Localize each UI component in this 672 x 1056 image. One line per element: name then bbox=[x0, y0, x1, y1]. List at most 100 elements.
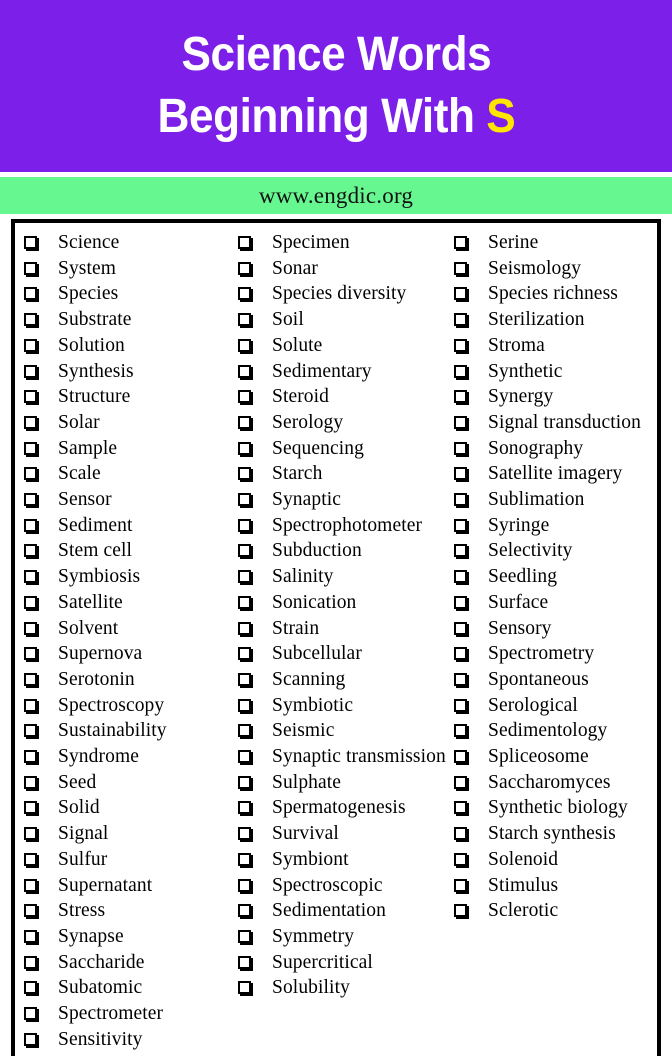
checkbox-icon[interactable] bbox=[24, 1032, 37, 1046]
checkbox-icon[interactable] bbox=[454, 775, 467, 789]
checkbox-icon[interactable] bbox=[454, 544, 467, 558]
checkbox-icon[interactable] bbox=[24, 544, 37, 558]
checkbox-icon[interactable] bbox=[238, 338, 251, 352]
checkbox-icon[interactable] bbox=[24, 929, 37, 943]
word-list-item[interactable]: Solubility bbox=[238, 975, 447, 1001]
checkbox-icon[interactable] bbox=[454, 261, 467, 275]
word-list-item[interactable]: Signal transduction bbox=[454, 410, 657, 436]
checkbox-icon[interactable] bbox=[24, 724, 37, 738]
word-list-item[interactable]: Symbiotic bbox=[238, 693, 447, 719]
word-list-item[interactable]: Specimen bbox=[238, 230, 447, 256]
word-list-item[interactable]: Spermatogenesis bbox=[238, 795, 447, 821]
checkbox-icon[interactable] bbox=[454, 647, 467, 661]
checkbox-icon[interactable] bbox=[238, 775, 251, 789]
checkbox-icon[interactable] bbox=[238, 750, 251, 764]
word-list-item[interactable]: Symbiosis bbox=[24, 564, 231, 590]
word-list-item[interactable]: Sample bbox=[24, 436, 231, 462]
word-list-item[interactable]: Species richness bbox=[454, 281, 657, 307]
checkbox-icon[interactable] bbox=[454, 878, 467, 892]
checkbox-icon[interactable] bbox=[454, 904, 467, 918]
checkbox-icon[interactable] bbox=[454, 467, 467, 481]
checkbox-icon[interactable] bbox=[24, 621, 37, 635]
word-list-item[interactable]: Supernatant bbox=[24, 873, 231, 899]
checkbox-icon[interactable] bbox=[24, 493, 37, 507]
checkbox-icon[interactable] bbox=[454, 493, 467, 507]
checkbox-icon[interactable] bbox=[24, 647, 37, 661]
checkbox-icon[interactable] bbox=[238, 313, 251, 327]
word-list-item[interactable]: Spectroscopy bbox=[24, 693, 231, 719]
checkbox-icon[interactable] bbox=[238, 672, 251, 686]
word-list-item[interactable]: Synapse bbox=[24, 924, 231, 950]
checkbox-icon[interactable] bbox=[24, 570, 37, 584]
word-list-item[interactable]: Sedimentation bbox=[238, 898, 447, 924]
checkbox-icon[interactable] bbox=[24, 441, 37, 455]
checkbox-icon[interactable] bbox=[238, 261, 251, 275]
word-list-item[interactable]: Sonar bbox=[238, 256, 447, 282]
checkbox-icon[interactable] bbox=[454, 390, 467, 404]
word-list-item[interactable]: Stem cell bbox=[24, 538, 231, 564]
word-list-item[interactable]: Starch synthesis bbox=[454, 821, 657, 847]
word-list-item[interactable]: Sensor bbox=[24, 487, 231, 513]
checkbox-icon[interactable] bbox=[238, 724, 251, 738]
checkbox-icon[interactable] bbox=[238, 467, 251, 481]
checkbox-icon[interactable] bbox=[24, 261, 37, 275]
word-list-item[interactable]: Science bbox=[24, 230, 231, 256]
checkbox-icon[interactable] bbox=[454, 364, 467, 378]
word-list-item[interactable]: Sensitivity bbox=[24, 1027, 231, 1053]
checkbox-icon[interactable] bbox=[24, 313, 37, 327]
word-list-item[interactable]: Salinity bbox=[238, 564, 447, 590]
checkbox-icon[interactable] bbox=[454, 236, 467, 249]
checkbox-icon[interactable] bbox=[454, 724, 467, 738]
word-list-item[interactable]: Subatomic bbox=[24, 975, 231, 1001]
word-list-item[interactable]: Stimulus bbox=[454, 873, 657, 899]
checkbox-icon[interactable] bbox=[24, 338, 37, 352]
checkbox-icon[interactable] bbox=[454, 287, 467, 301]
checkbox-icon[interactable] bbox=[454, 570, 467, 584]
checkbox-icon[interactable] bbox=[454, 313, 467, 327]
checkbox-icon[interactable] bbox=[454, 518, 467, 532]
word-list-item[interactable]: Species bbox=[24, 281, 231, 307]
checkbox-icon[interactable] bbox=[24, 415, 37, 429]
checkbox-icon[interactable] bbox=[238, 518, 251, 532]
checkbox-icon[interactable] bbox=[454, 801, 467, 815]
checkbox-icon[interactable] bbox=[24, 236, 37, 249]
word-list-item[interactable]: Soil bbox=[238, 307, 447, 333]
word-list-item[interactable]: System bbox=[24, 256, 231, 282]
word-list-item[interactable]: Synaptic bbox=[238, 487, 447, 513]
checkbox-icon[interactable] bbox=[238, 827, 251, 841]
word-list-item[interactable]: Supernova bbox=[24, 641, 231, 667]
word-list-item[interactable]: Solvent bbox=[24, 616, 231, 642]
checkbox-icon[interactable] bbox=[454, 827, 467, 841]
word-list-item[interactable]: Sublimation bbox=[454, 487, 657, 513]
checkbox-icon[interactable] bbox=[24, 672, 37, 686]
word-list-item[interactable]: Selectivity bbox=[454, 538, 657, 564]
checkbox-icon[interactable] bbox=[454, 750, 467, 764]
word-list-item[interactable]: Satellite imagery bbox=[454, 461, 657, 487]
checkbox-icon[interactable] bbox=[238, 236, 251, 249]
checkbox-icon[interactable] bbox=[454, 595, 467, 609]
checkbox-icon[interactable] bbox=[454, 852, 467, 866]
word-list-item[interactable]: Spontaneous bbox=[454, 667, 657, 693]
word-list-item[interactable]: Spliceosome bbox=[454, 744, 657, 770]
word-list-item[interactable]: Syringe bbox=[454, 513, 657, 539]
word-list-item[interactable]: Solenoid bbox=[454, 847, 657, 873]
checkbox-icon[interactable] bbox=[24, 287, 37, 301]
checkbox-icon[interactable] bbox=[24, 750, 37, 764]
word-list-item[interactable]: Surface bbox=[454, 590, 657, 616]
checkbox-icon[interactable] bbox=[24, 698, 37, 712]
checkbox-icon[interactable] bbox=[238, 801, 251, 815]
word-list-item[interactable]: Solid bbox=[24, 795, 231, 821]
word-list-item[interactable]: Saccharide bbox=[24, 950, 231, 976]
word-list-item[interactable]: Spectrophotometer bbox=[238, 513, 447, 539]
checkbox-icon[interactable] bbox=[238, 595, 251, 609]
word-list-item[interactable]: Symmetry bbox=[238, 924, 447, 950]
word-list-item[interactable]: Steroid bbox=[238, 384, 447, 410]
word-list-item[interactable]: Spectrometry bbox=[454, 641, 657, 667]
checkbox-icon[interactable] bbox=[24, 467, 37, 481]
word-list-item[interactable]: Sulfur bbox=[24, 847, 231, 873]
word-list-item[interactable]: Synthetic biology bbox=[454, 795, 657, 821]
checkbox-icon[interactable] bbox=[238, 878, 251, 892]
checkbox-icon[interactable] bbox=[24, 390, 37, 404]
checkbox-icon[interactable] bbox=[238, 364, 251, 378]
checkbox-icon[interactable] bbox=[238, 544, 251, 558]
